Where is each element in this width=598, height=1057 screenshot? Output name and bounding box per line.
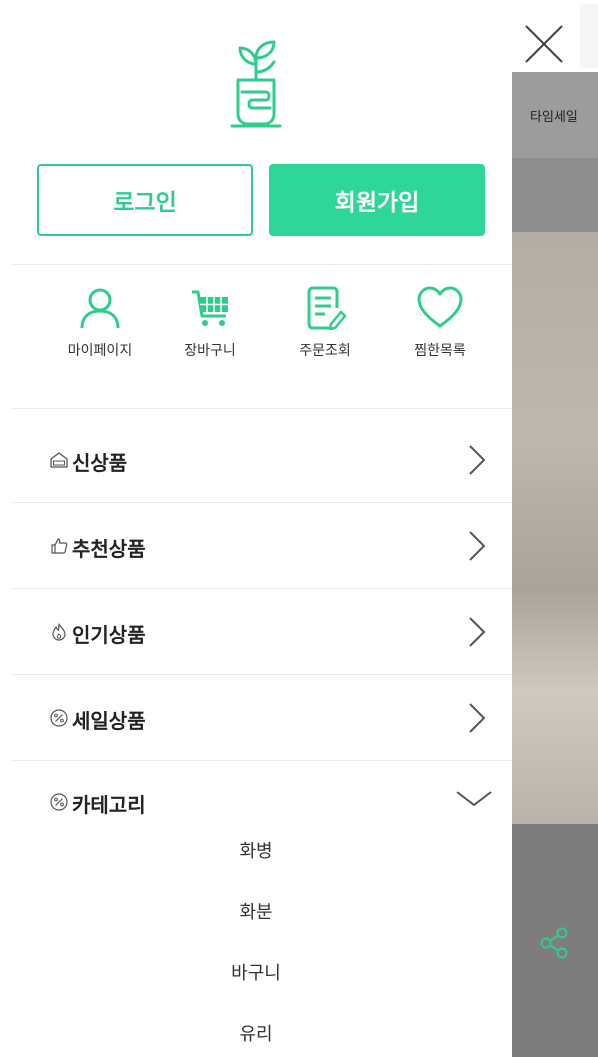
category-item-pot[interactable]: 화분	[0, 898, 512, 924]
user-icon	[80, 288, 120, 329]
quick-link-label: 찜한목록	[414, 343, 466, 359]
menu-item-popular[interactable]: 인기상품	[0, 588, 512, 674]
chevron-right-icon	[469, 531, 486, 561]
menu-item-recommended[interactable]: 추천상품	[0, 502, 512, 588]
percent-icon	[50, 709, 68, 727]
menu-item-label: 추천상품	[72, 537, 146, 561]
plant-logo-icon[interactable]	[226, 34, 286, 130]
quick-link-mypage[interactable]: 마이페이지	[50, 286, 150, 360]
quick-link-label: 마이페이지	[67, 343, 133, 359]
flame-icon	[52, 623, 66, 641]
new-box-icon	[50, 452, 68, 468]
menu-item-category[interactable]: 카테고리	[0, 760, 512, 826]
background-header-accent	[580, 4, 598, 68]
menu-item-label: 인기상품	[72, 623, 146, 647]
quick-link-wishlist[interactable]: 찜한목록	[390, 286, 490, 360]
menu-item-sale[interactable]: 세일상품	[0, 674, 512, 760]
chevron-right-icon	[469, 617, 486, 647]
heart-icon	[417, 286, 463, 328]
chevron-down-icon	[456, 791, 492, 807]
divider	[10, 264, 512, 265]
quick-link-label: 주문조회	[299, 343, 351, 359]
menu-item-new-products[interactable]: 신상품	[0, 416, 512, 502]
close-icon[interactable]	[522, 22, 566, 66]
category-item-basket[interactable]: 바구니	[0, 959, 512, 985]
divider	[10, 408, 512, 409]
login-button[interactable]: 로그인	[37, 164, 253, 236]
menu-item-label: 신상품	[72, 451, 128, 475]
menu-item-label: 세일상품	[72, 709, 146, 733]
quick-link-cart[interactable]: 장바구니	[160, 286, 260, 360]
category-item-glass[interactable]: 유리	[0, 1020, 512, 1046]
percent-icon	[50, 793, 68, 811]
chevron-right-icon	[469, 445, 486, 475]
share-icon[interactable]	[538, 926, 572, 960]
side-drawer: 로그인 회원가입 마이페이지 장바구니 주문조회 찜한목록 신상품 추천상품 인…	[0, 0, 512, 1057]
chevron-right-icon	[469, 703, 486, 733]
background-hero-image	[512, 232, 598, 824]
quick-link-label: 장바구니	[184, 343, 236, 359]
cart-icon	[192, 290, 228, 326]
category-item-vase[interactable]: 화병	[0, 837, 512, 863]
menu-item-label: 카테고리	[72, 793, 146, 817]
quick-link-orders[interactable]: 주문조회	[275, 286, 375, 360]
order-document-icon	[307, 286, 347, 330]
signup-button[interactable]: 회원가입	[269, 164, 485, 236]
thumbs-up-icon	[51, 538, 68, 554]
background-nav-text: 타임세일	[530, 110, 578, 125]
